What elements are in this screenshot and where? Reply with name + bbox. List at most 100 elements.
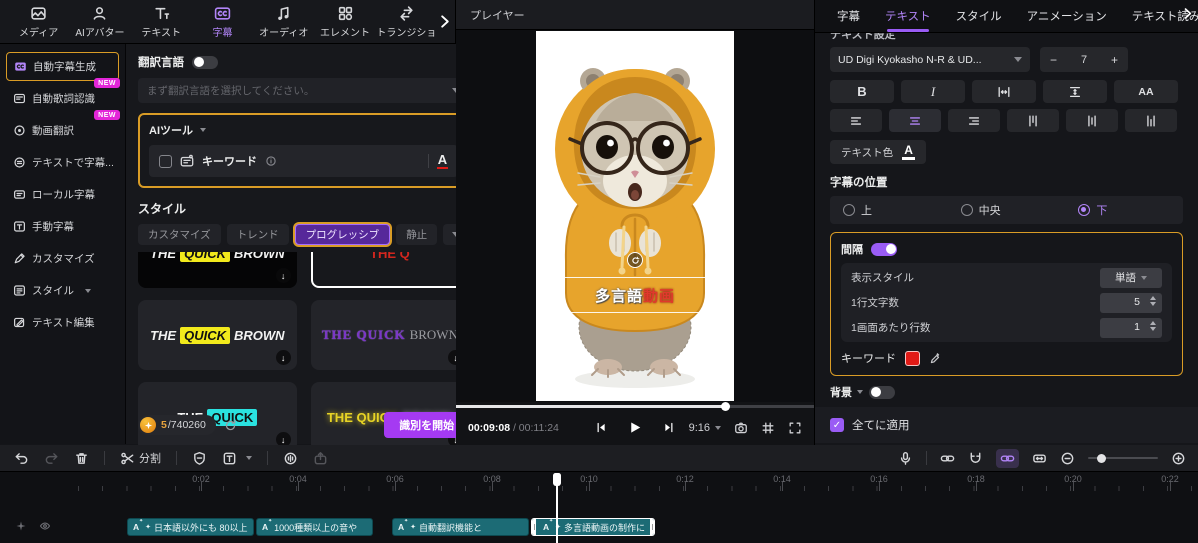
subtitle-clip-2[interactable]: A 1000種類以上の音や [256, 518, 373, 536]
sidebar-item-text-to-captions[interactable]: テキストで字幕... [6, 148, 119, 177]
subtitle-overlay[interactable]: 多言語動画 [536, 277, 734, 313]
chevron-down-icon[interactable] [200, 128, 206, 132]
rotate-handle[interactable] [627, 252, 643, 268]
prev-frame-button[interactable] [595, 421, 608, 434]
style-tab-progressive[interactable]: プログレッシブ [295, 224, 391, 245]
nav-item-transitions[interactable]: トランジショ [376, 5, 437, 39]
lines-per-screen-stepper[interactable]: 1 [1100, 318, 1162, 338]
stepper-arrows[interactable] [1150, 321, 1156, 331]
nav-item-ai-avatar[interactable]: AIアバター [69, 5, 130, 39]
tabs-expand-button[interactable] [1181, 7, 1194, 25]
chars-per-line-stepper[interactable]: 5 [1100, 293, 1162, 313]
style-tab-trend[interactable]: トレンド [227, 224, 289, 245]
font-size-increase[interactable]: + [1111, 53, 1118, 67]
keyword-color-indicator[interactable]: A [437, 153, 448, 169]
download-icon[interactable]: ↓ [276, 268, 291, 283]
style-thumbnail-3[interactable]: THE QUICK BROWN ↓ [138, 300, 297, 370]
bold-button[interactable]: B [830, 80, 894, 103]
translate-language-toggle[interactable] [192, 56, 218, 69]
seek-handle[interactable] [721, 402, 730, 411]
sidebar-item-manual-captions[interactable]: 手動字幕 [6, 212, 119, 241]
stepper-arrows[interactable] [1150, 296, 1156, 306]
clip-trim-handle-left[interactable] [532, 519, 536, 535]
zoom-slider-handle[interactable] [1097, 454, 1106, 463]
sidebar-item-local-captions[interactable]: ローカル字幕 [6, 180, 119, 209]
keyword-color-swatch[interactable] [905, 351, 920, 366]
grid-icon[interactable] [761, 421, 775, 435]
split-button[interactable]: 分割 [120, 450, 161, 466]
sticker-badge-button[interactable] [192, 451, 207, 466]
nav-item-text[interactable]: テキスト [131, 5, 192, 39]
background-toggle[interactable] [869, 386, 895, 399]
next-frame-button[interactable] [663, 421, 676, 434]
keyword-checkbox[interactable] [159, 155, 172, 168]
line-height-button[interactable] [1043, 80, 1107, 103]
redo-button[interactable] [44, 451, 59, 466]
tab-animation[interactable]: アニメーション [1027, 0, 1107, 32]
aspect-ratio-select[interactable]: 9:16 [689, 422, 721, 434]
zoom-out-button[interactable] [1060, 451, 1075, 466]
voice-effect-button[interactable] [283, 451, 298, 466]
style-tab-static[interactable]: 静止 [396, 224, 437, 245]
link-clips-button[interactable] [940, 451, 955, 466]
chevron-down-icon[interactable] [857, 390, 863, 394]
align-left-button[interactable] [830, 109, 882, 132]
record-voiceover-button[interactable] [898, 451, 913, 466]
nav-item-media[interactable]: メディア [8, 5, 69, 39]
timeline-ruler[interactable]: 0:02 0:04 0:06 0:08 0:10 0:12 0:14 0:16 … [0, 472, 1198, 492]
credits-pill[interactable]: 5/740260 [138, 415, 216, 435]
align-right-button[interactable] [948, 109, 1000, 132]
eyedropper-icon[interactable] [929, 352, 942, 365]
video-canvas[interactable]: 多言語動画 [536, 31, 734, 401]
sidebar-item-auto-captions[interactable]: 自動字幕生成 [6, 52, 119, 81]
auto-link-button[interactable] [996, 449, 1019, 468]
fullscreen-icon[interactable] [788, 421, 802, 435]
nav-item-elements[interactable]: エレメント [314, 5, 375, 39]
sidebar-item-customize[interactable]: カスタマイズ [6, 244, 119, 273]
clip-trim-handle-right[interactable] [650, 519, 654, 535]
info-icon[interactable] [265, 155, 277, 167]
font-size-decrease[interactable]: − [1050, 53, 1057, 67]
nav-expand-button[interactable] [437, 14, 453, 29]
letter-spacing-button[interactable] [972, 80, 1036, 103]
italic-button[interactable]: I [901, 80, 965, 103]
sidebar-item-text-edit[interactable]: テキスト編集 [6, 308, 119, 337]
sidebar-item-auto-lyrics[interactable]: NEW 自動歌詞認識 [6, 84, 119, 113]
position-radio-top[interactable]: 上 [830, 202, 948, 218]
zoom-in-button[interactable] [1171, 451, 1186, 466]
seek-bar[interactable] [456, 402, 814, 411]
delete-button[interactable] [74, 451, 89, 466]
spacing-toggle[interactable] [871, 243, 897, 256]
style-thumbnail-2-selected[interactable]: THE Q [311, 252, 470, 288]
position-radio-bottom[interactable]: 下 [1065, 202, 1183, 218]
tab-style[interactable]: スタイル [956, 0, 1002, 32]
style-thumbnail-1[interactable]: THE QUICK BROWN ↓ [138, 252, 297, 288]
style-tab-customize[interactable]: カスタマイズ [138, 224, 221, 245]
vertical-align-middle-button[interactable] [1066, 109, 1118, 132]
sidebar-item-style[interactable]: スタイル [6, 276, 119, 305]
fit-timeline-button[interactable] [1032, 451, 1047, 466]
align-center-button[interactable] [889, 109, 941, 132]
subtitle-clip-1[interactable]: A ✦ 日本語以外にも 80以上 [127, 518, 254, 536]
translate-language-select[interactable]: まず翻訳言語を選択してください。 [138, 78, 469, 103]
tab-text[interactable]: テキスト [885, 0, 931, 32]
apply-all-checkbox[interactable]: ✓ [830, 418, 844, 432]
style-thumbnail-4[interactable]: THE QUICK BROWN ↓ [311, 300, 470, 370]
display-style-select[interactable]: 単語 [1100, 268, 1162, 288]
magnet-snap-button[interactable] [968, 451, 983, 466]
nav-item-audio[interactable]: オーディオ [253, 5, 314, 39]
nav-item-subtitles[interactable]: 字幕 [192, 5, 253, 39]
tab-subtitles[interactable]: 字幕 [837, 0, 860, 32]
snapshot-camera-icon[interactable] [734, 421, 748, 435]
font-size-stepper[interactable]: − 7 + [1040, 47, 1128, 72]
vertical-align-bottom-button[interactable] [1125, 109, 1177, 132]
sidebar-item-video-translate[interactable]: NEW 動画翻訳 [6, 116, 119, 145]
track-effects-icon[interactable] [15, 520, 27, 532]
export-clip-button[interactable] [313, 451, 328, 466]
position-radio-center[interactable]: 中央 [948, 202, 1066, 218]
vertical-align-top-button[interactable] [1007, 109, 1059, 132]
subtitle-clip-4-selected[interactable]: A ✦ 多言語動画の制作に [531, 518, 655, 536]
text-color-button[interactable]: テキスト色 A [830, 140, 926, 164]
subtitle-clip-3[interactable]: A ✦ 自動翻訳機能と [392, 518, 529, 536]
font-select[interactable]: UD Digi Kyokasho N-R & UD... [830, 47, 1030, 72]
